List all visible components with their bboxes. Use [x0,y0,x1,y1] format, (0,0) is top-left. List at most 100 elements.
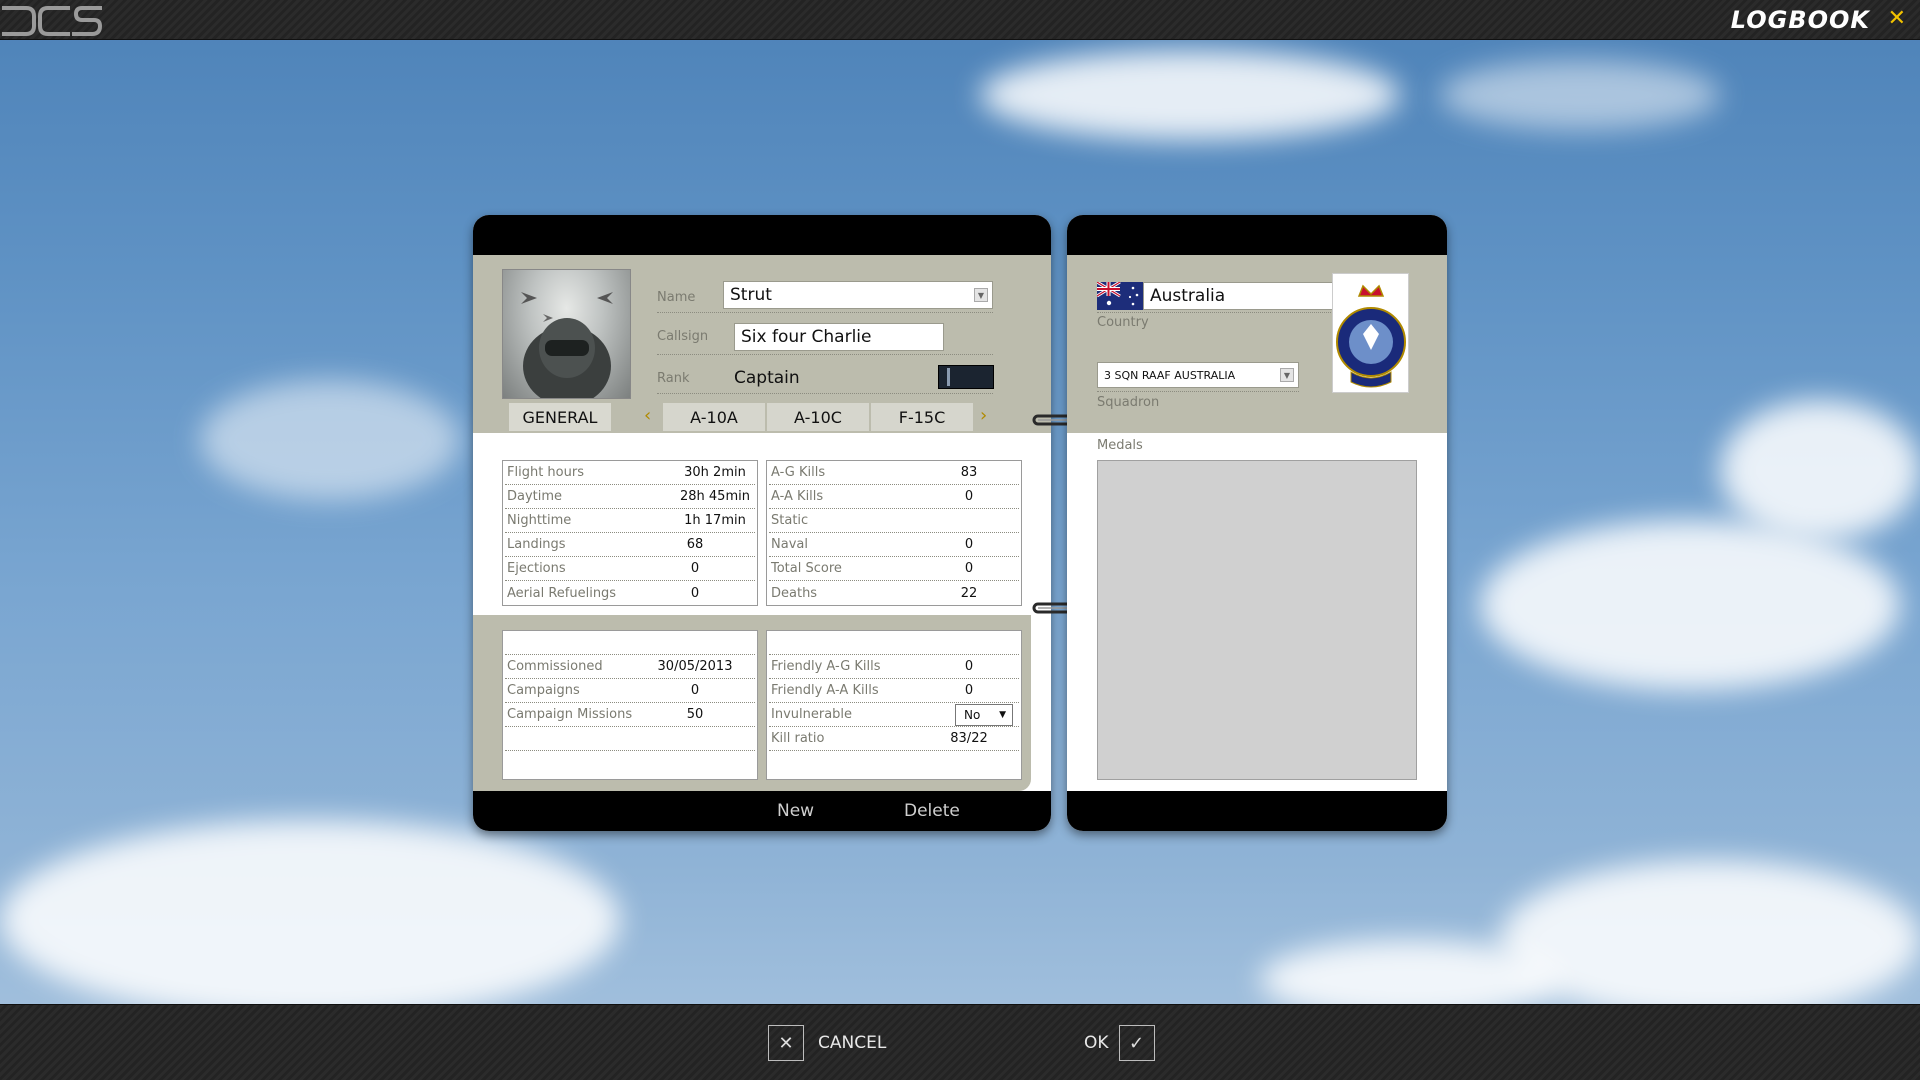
page-header [1067,215,1447,255]
stat-value: 1h 17min [684,513,746,528]
chevron-down-icon[interactable]: ▼ [999,710,1006,720]
stat-label: Nighttime [507,513,572,528]
callsign-label: Callsign [657,329,709,344]
stat-value: 83/22 [950,731,988,746]
stat-value: 0 [964,561,974,576]
stat-value: 68 [686,537,704,552]
cloud [1500,860,1920,1020]
stat-label: Friendly A-G Kills [771,659,881,674]
stat-label: Aerial Refuelings [507,585,617,601]
stat-value: 28h 45min [680,489,750,504]
squadron-emblem [1332,273,1409,393]
name-label: Name [657,290,696,305]
stat-value: 22 [960,585,978,601]
pilot-portrait[interactable] [502,269,631,399]
table-row: Landings 68 [505,533,755,557]
tab-a-10c[interactable]: A-10C [767,403,869,431]
stat-value: 0 [690,683,700,698]
table-row [505,631,755,655]
stat-label: Ejections [507,561,566,576]
cancel-button[interactable]: ✕ CANCEL [768,1025,886,1061]
table-row [769,631,1019,655]
table-row: Invulnerable No ▼ [769,703,1019,727]
delete-button[interactable]: Delete [904,801,960,821]
close-icon[interactable]: ✕ [1888,6,1906,31]
cloud [1480,520,1900,690]
stat-value: 83 [960,465,978,480]
table-row [505,727,755,751]
divider [657,354,993,355]
table-row: Flight hours 30h 2min [505,461,755,485]
window-title: LOGBOOK [1730,6,1870,34]
squadron-select[interactable]: 3 SQN RAAF AUSTRALIA ▼ [1097,362,1299,388]
tab-f-15c[interactable]: F-15C [871,403,973,431]
profile-page: Australia ▼ Country 3 SQN RAAF AUSTRALIA… [1067,215,1447,831]
cancel-label: CANCEL [818,1033,887,1053]
squadron-value: 3 SQN RAAF AUSTRALIA [1104,368,1236,382]
stat-label: Commissioned [507,659,603,674]
stat-label: Total Score [771,561,842,576]
rank-value: Captain [734,368,800,388]
callsign-value: Six four Charlie [741,327,872,347]
invulnerable-value: No [964,708,981,722]
cloud [0,820,620,1020]
cloud [1720,400,1920,540]
australia-flag-icon [1097,282,1143,310]
stat-label: Daytime [507,489,563,504]
pilot-page: Name Strut ▼ Callsign Six four Charlie R… [473,215,1051,831]
combat-stats-table: A-G Kills 83 A-A Kills 0 Static Naval 0 Tot… [766,460,1022,606]
stat-label: Naval [771,537,808,552]
stat-label: Friendly A-A Kills [771,683,879,698]
chevron-down-icon[interactable]: ▼ [1280,368,1294,382]
stat-value: 0 [964,537,974,552]
stat-value: 50 [686,707,704,722]
table-row: Total Score 0 [769,557,1019,581]
pilot-name-select[interactable]: Strut ▼ [723,281,993,309]
divider [1097,312,1365,313]
table-row: Naval 0 [769,533,1019,557]
x-icon: ✕ [768,1025,804,1061]
callsign-field[interactable]: Six four Charlie [734,323,944,351]
check-icon: ✓ [1118,1025,1155,1061]
table-row: Campaigns 0 [505,679,755,703]
title-bar: LOGBOOK ✕ [0,0,1920,40]
table-row: Ejections 0 [505,557,755,581]
stat-value: 0 [690,561,700,576]
flight-stats-table: Flight hours 30h 2min Daytime 28h 45min Ni… [502,460,758,606]
table-row: Commissioned 30/05/2013 [505,655,755,679]
stat-value: 0 [964,659,974,674]
ok-label: OK [1084,1033,1109,1053]
stat-value: 0 [964,683,974,698]
stat-label: Kill ratio [771,731,825,746]
stat-label: Deaths [771,585,818,601]
squadron-label: Squadron [1097,395,1160,410]
stat-label: A-G Kills [771,465,826,480]
cloud [980,50,1400,140]
career-misc-table: Friendly A-G Kills 0 Friendly A-A Kills 0 … [766,630,1022,780]
table-row: Friendly A-A Kills 0 [769,679,1019,703]
invulnerable-select[interactable]: No ▼ [955,704,1013,726]
chevron-down-icon[interactable]: ▼ [974,288,988,302]
cloud [1440,60,1720,130]
page-header [473,215,1051,255]
divider [657,393,993,394]
stat-label: Invulnerable [771,707,853,722]
new-button[interactable]: New [777,801,814,821]
tab-scroll-left-icon[interactable]: ‹ [644,405,651,426]
medals-area [1097,460,1417,780]
tab-scroll-right-icon[interactable]: › [980,405,987,426]
rank-insignia-icon [938,365,994,389]
table-row: Static [769,509,1019,533]
table-row: Campaign Missions 50 [505,703,755,727]
tab-general[interactable]: GENERAL [509,403,611,431]
table-row: A-G Kills 83 [769,461,1019,485]
country-label: Country [1097,315,1149,330]
ok-button[interactable]: OK ✓ [1084,1025,1155,1061]
stat-label: Campaign Missions [507,707,633,722]
tab-a-10a[interactable]: A-10A [663,403,765,431]
stat-label: Flight hours [507,465,584,480]
career-stats-table: Commissioned 30/05/2013 Campaigns 0 Campai… [502,630,758,780]
dcs-logo [0,2,104,38]
page-footer [1067,791,1447,831]
page-footer: New Delete [473,791,1051,831]
